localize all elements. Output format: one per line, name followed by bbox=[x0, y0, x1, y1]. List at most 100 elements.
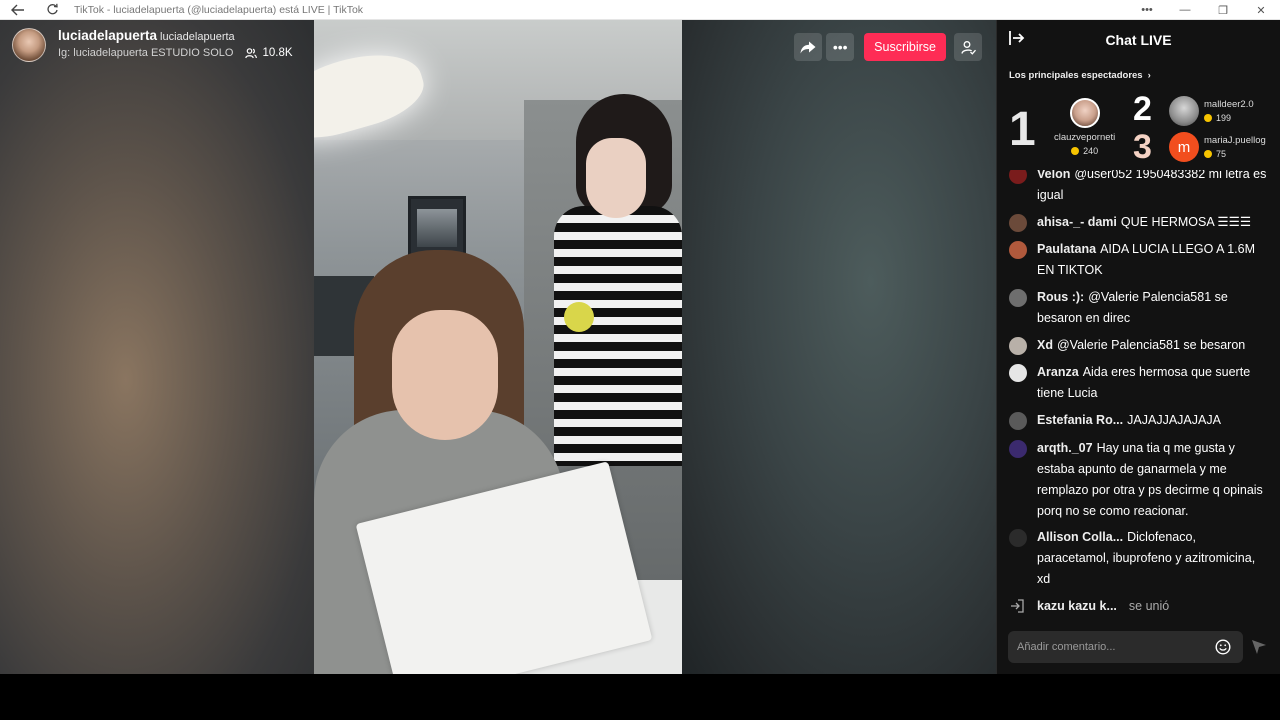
top-viewer-coins: 199 bbox=[1204, 113, 1254, 123]
join-message: kazu kazu k... se unió bbox=[1009, 596, 1271, 617]
window-title: TikTok - luciadelapuerta (@luciadelapuer… bbox=[74, 3, 364, 16]
top-viewer-coins: 75 bbox=[1204, 149, 1266, 159]
avatar[interactable] bbox=[1009, 170, 1027, 184]
more-options-icon[interactable]: ••• bbox=[1128, 0, 1166, 20]
chat-message: Xd @Valerie Palencia581 se besaron bbox=[1009, 335, 1271, 356]
viewer-count-value: 10.8K bbox=[262, 47, 293, 59]
top-viewer-name: malldeer2.0 bbox=[1204, 99, 1254, 110]
join-icon bbox=[1009, 598, 1027, 616]
collapse-chat-icon[interactable] bbox=[1009, 30, 1029, 50]
chat-username[interactable]: arqth._07 bbox=[1037, 441, 1093, 455]
video-person-seated-face bbox=[392, 310, 498, 440]
viewers-icon bbox=[245, 47, 258, 58]
browser-titlebar: TikTok - luciadelapuerta (@luciadelapuer… bbox=[0, 0, 1280, 20]
comment-box bbox=[1008, 631, 1243, 663]
top-viewer-2[interactable]: malldeer2.0 199 bbox=[1169, 96, 1254, 126]
comment-input[interactable] bbox=[1017, 641, 1207, 653]
minimize-icon[interactable]: — bbox=[1166, 0, 1204, 20]
rank-3: 3 bbox=[1133, 128, 1152, 166]
avatar[interactable] bbox=[1009, 214, 1027, 232]
blurred-background-right bbox=[682, 20, 996, 674]
video-apple bbox=[564, 302, 594, 332]
chat-username[interactable]: Paulatana bbox=[1037, 242, 1096, 256]
rank-2: 2 bbox=[1133, 90, 1152, 128]
chat-username[interactable]: ahisa-_- dami bbox=[1037, 215, 1117, 229]
host-avatar[interactable] bbox=[12, 28, 46, 62]
chat-username[interactable]: Xd bbox=[1037, 338, 1053, 352]
coin-icon bbox=[1204, 150, 1212, 158]
top-viewer-name: clauzveporneti bbox=[1054, 132, 1116, 143]
coins-value: 199 bbox=[1216, 113, 1232, 123]
chat-message: arqth._07 Hay una tia q me gusta y estaba… bbox=[1009, 438, 1271, 522]
top-viewer-3[interactable]: m mariaJ.puellog 75 bbox=[1169, 132, 1266, 162]
user-check-icon[interactable] bbox=[954, 33, 982, 61]
coins-value: 240 bbox=[1083, 146, 1099, 156]
more-icon[interactable]: ••• bbox=[826, 33, 855, 61]
host-info: luciadelapuerta luciadelapuerta Ig: lucia… bbox=[12, 28, 293, 62]
window-controls: ••• — ❐ ✕ bbox=[1128, 0, 1280, 20]
chat-text: @user052 1950483382 mi letra es igual bbox=[1037, 170, 1267, 202]
chat-messages[interactable]: Velon @user052 1950483382 mi letra es igu… bbox=[997, 170, 1280, 628]
avatar[interactable] bbox=[1009, 289, 1027, 307]
close-icon[interactable]: ✕ bbox=[1242, 0, 1280, 20]
top-viewer-name: mariaJ.puellog bbox=[1204, 135, 1266, 146]
chat-username[interactable]: Aranza bbox=[1037, 365, 1079, 379]
avatar: m bbox=[1169, 132, 1199, 162]
avatar[interactable] bbox=[1009, 337, 1027, 355]
chat-message: Paulatana AIDA LUCIA LLEGO A 1.6M EN TIKT… bbox=[1009, 239, 1271, 281]
top-viewers-link[interactable]: Los principales espectadores › bbox=[1009, 70, 1151, 81]
emoji-icon[interactable] bbox=[1215, 639, 1231, 655]
video-person-standing-body bbox=[554, 206, 682, 466]
chat-header: Chat LIVE bbox=[997, 20, 1280, 60]
rank-1: 1 bbox=[1009, 103, 1036, 156]
chat-message: Aranza Aida eres hermosa que suerte tiene… bbox=[1009, 362, 1271, 404]
video-wall-picture bbox=[408, 196, 466, 258]
chat-username[interactable]: Rous :): bbox=[1037, 290, 1084, 304]
chat-username[interactable]: kazu kazu k... bbox=[1037, 599, 1117, 613]
top-viewer-1[interactable]: clauzveporneti 240 bbox=[1054, 98, 1115, 156]
top-viewer-coins: 240 bbox=[1071, 146, 1098, 156]
chat-title: Chat LIVE bbox=[1105, 32, 1172, 48]
avatar[interactable] bbox=[1009, 241, 1027, 259]
chat-text: @Valerie Palencia581 se besaron bbox=[1056, 338, 1246, 352]
chat-username[interactable]: Estefania Ro... bbox=[1037, 413, 1123, 427]
chat-message: Estefania Ro... JAJAJJAJAJAJA bbox=[1009, 410, 1271, 431]
send-icon[interactable] bbox=[1251, 639, 1267, 655]
chat-text: JAJAJJAJAJAJA bbox=[1127, 413, 1221, 427]
share-icon[interactable] bbox=[794, 33, 823, 61]
host-handle: luciadelapuerta bbox=[160, 31, 235, 43]
chat-username[interactable]: Allison Colla... bbox=[1037, 530, 1123, 544]
coin-icon bbox=[1204, 114, 1212, 122]
avatar[interactable] bbox=[1009, 440, 1027, 458]
coins-value: 75 bbox=[1216, 149, 1227, 159]
chat-panel: Chat LIVE Los principales espectadores ›… bbox=[996, 20, 1280, 674]
avatar[interactable] bbox=[1009, 412, 1027, 430]
top-actions: ••• Suscribirse bbox=[794, 33, 982, 61]
chat-username[interactable]: Velon bbox=[1037, 170, 1070, 181]
blurred-background-left bbox=[0, 20, 314, 674]
chat-text: QUE HERMOSA ☰☰☰ bbox=[1120, 215, 1252, 229]
join-text: se unió bbox=[1128, 599, 1170, 613]
letterbox-bottom bbox=[0, 674, 1280, 720]
back-arrow-icon[interactable] bbox=[8, 0, 28, 20]
maximize-icon[interactable]: ❐ bbox=[1204, 0, 1242, 20]
chevron-right-icon: › bbox=[1147, 70, 1151, 81]
subscribe-button[interactable]: Suscribirse bbox=[864, 33, 946, 61]
chat-message: ahisa-_- dami QUE HERMOSA ☰☰☰ bbox=[1009, 212, 1271, 233]
avatar bbox=[1069, 98, 1100, 128]
reload-icon[interactable] bbox=[42, 0, 62, 20]
avatar[interactable] bbox=[1009, 364, 1027, 382]
live-video[interactable] bbox=[314, 20, 682, 674]
chat-message: Allison Colla... Diclofenaco, paracetamol… bbox=[1009, 527, 1271, 590]
top-viewers-label: Los principales espectadores bbox=[1009, 70, 1143, 81]
live-stage: luciadelapuerta luciadelapuerta Ig: lucia… bbox=[0, 20, 996, 674]
host-bio: Ig: luciadelapuerta ESTUDIO SOLO bbox=[58, 47, 234, 59]
avatar[interactable] bbox=[1009, 529, 1027, 547]
video-person-standing-face bbox=[586, 138, 646, 218]
chat-message: Velon @user052 1950483382 mi letra es igu… bbox=[1009, 170, 1271, 206]
chat-message: Rous :): @Valerie Palencia581 se besaron … bbox=[1009, 287, 1271, 329]
coin-icon bbox=[1071, 147, 1080, 155]
avatar bbox=[1169, 96, 1199, 126]
host-name[interactable]: luciadelapuerta bbox=[58, 28, 157, 43]
viewer-count: 10.8K bbox=[245, 47, 293, 59]
